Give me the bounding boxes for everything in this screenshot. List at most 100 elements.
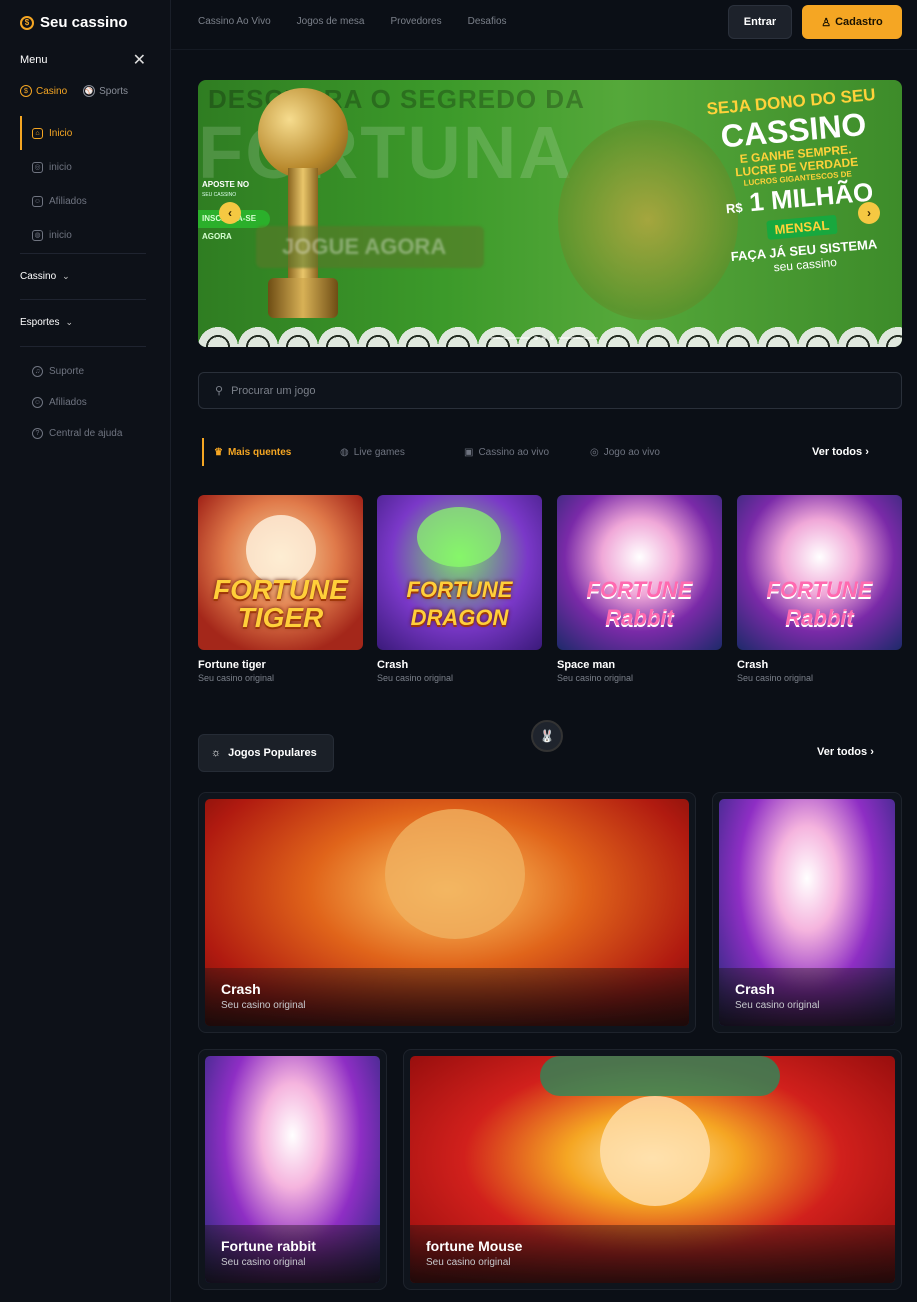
carousel-dot[interactable]: [542, 336, 546, 340]
close-icon[interactable]: ✕: [133, 50, 146, 70]
divider: [20, 346, 146, 347]
carousel-dot[interactable]: [534, 336, 538, 340]
brand-logo[interactable]: $ Seu cassino: [20, 14, 128, 31]
game-name: fortune Mouse: [426, 1238, 523, 1254]
banner-headline: FORTUNA: [198, 111, 574, 194]
banner-right-text: SEJA DONO DO SEU CASSINO E GANHE SEMPRE.…: [691, 84, 902, 281]
popular-card-crash[interactable]: Crash Seu casino original: [198, 792, 696, 1033]
sidebar-item-label: Inicio: [49, 127, 73, 139]
game-name: Crash: [737, 659, 769, 671]
crown-icon: ♛: [214, 446, 223, 458]
game-provider: Seu casino original: [737, 673, 814, 683]
game-card-crash[interactable]: FORTUNE DRAGON Crash Seu casino original: [377, 495, 542, 683]
sidebar-item-label: Suporte: [49, 366, 85, 377]
sidebar-item-label: inicio: [49, 161, 72, 173]
tab-label: Cassino ao vivo: [478, 446, 550, 458]
game-provider: Seu casino original: [735, 1000, 820, 1011]
banner-footballs: [198, 321, 902, 347]
menu-header: Menu ✕: [20, 50, 146, 70]
mode-sports[interactable]: ⚾ Sports: [83, 85, 128, 97]
tab-label: Live games: [353, 446, 405, 458]
mode-casino[interactable]: $ Casino: [20, 85, 67, 97]
sidebar-nav: ⌂ Inicio ◎ inicio ☺ Afiliados ◍ inicio: [20, 116, 146, 252]
game-card-space-man[interactable]: FORTUNE Rabbit Space man Seu casino orig…: [557, 495, 722, 683]
game-provider: Seu casino original: [377, 673, 454, 683]
chevron-right-icon: ›: [865, 446, 869, 458]
search-icon: ⚲: [215, 385, 224, 397]
thumbnail-title: FORTUNE Rabbit: [766, 577, 873, 630]
mode-casino-label: Casino: [36, 85, 68, 97]
see-all-hot-link[interactable]: Ver todos ›: [812, 446, 869, 458]
section-cassino-label: Cassino: [20, 271, 57, 282]
popular-card-crash-2[interactable]: Crash Seu casino original: [712, 792, 902, 1033]
sidebar-item-label: Afiliados: [49, 195, 87, 207]
chevron-down-icon: ⌄: [65, 317, 74, 327]
sidebar-item-inicio-2[interactable]: ◎ inicio: [20, 150, 146, 184]
see-all-popular-link[interactable]: Ver todos ›: [817, 746, 874, 758]
users-icon: ☺: [32, 195, 43, 207]
globe-icon: ◍: [32, 229, 43, 241]
tab-mais-quentes[interactable]: ♛ Mais quentes: [202, 438, 291, 466]
game-provider: Seu casino original: [221, 1257, 306, 1268]
game-provider: Seu casino original: [198, 673, 275, 683]
signup-label: Cadastro: [835, 16, 883, 28]
nav-desafios[interactable]: Desafios: [468, 16, 507, 27]
chip-icon: ◎: [32, 161, 43, 173]
help-icon: ?: [32, 428, 43, 439]
chevron-down-icon: ⌄: [62, 271, 70, 281]
section-esportes[interactable]: Esportes ⌄: [20, 317, 73, 328]
user-icon: ♙: [821, 16, 832, 29]
trophy-image: [258, 88, 348, 318]
divider: [20, 253, 146, 254]
thumbnail-title: FORTUNE DRAGON: [406, 577, 513, 630]
game-label: Crash Seu casino original: [205, 968, 689, 1026]
game-name: Fortune tiger: [198, 659, 266, 671]
search-placeholder: Procurar um jogo: [231, 384, 316, 397]
game-name: Crash: [221, 981, 261, 997]
banner-cta[interactable]: JOGUE AGORA: [256, 226, 484, 268]
sidebar-item-suporte[interactable]: ♫ Suporte: [32, 366, 84, 377]
carousel-dots: [490, 336, 598, 340]
casino-icon: $: [20, 85, 32, 97]
divider: [20, 299, 146, 300]
sidebar-item-afiliados-2[interactable]: ☺ Afiliados: [32, 397, 87, 408]
banner-prev-button[interactable]: ‹: [219, 202, 241, 224]
sidebar-item-ajuda[interactable]: ? Central de ajuda: [32, 428, 122, 439]
game-thumbnail: FORTUNE DRAGON: [377, 495, 542, 650]
carousel-dot[interactable]: [550, 336, 554, 340]
ball-icon: ⚾: [83, 85, 96, 97]
banner-next-button[interactable]: ›: [858, 202, 880, 224]
game-thumbnail: FORTUNE Rabbit: [557, 495, 722, 650]
game-name: Space man: [557, 659, 616, 671]
popular-card-fortune-mouse[interactable]: fortune Mouse Seu casino original: [403, 1049, 902, 1290]
game-label: Fortune rabbit Seu casino original: [205, 1225, 380, 1283]
nav-cassino-ao-vivo[interactable]: Cassino Ao Vivo: [198, 16, 271, 27]
popular-card-fortune-rabbit[interactable]: Fortune rabbit Seu casino original: [198, 1049, 387, 1290]
signup-button[interactable]: ♙ Cadastro: [802, 5, 902, 39]
tab-jogo-ao-vivo[interactable]: ◎ Jogo ao vivo: [590, 438, 660, 466]
tab-cassino-ao-vivo[interactable]: ▣ Cassino ao vivo: [464, 438, 549, 466]
sidebar-item-inicio[interactable]: ⌂ Inicio: [20, 116, 146, 150]
game-provider: Seu casino original: [557, 673, 634, 683]
thumbnail-title: FORTUNE TIGER: [213, 574, 348, 633]
game-card-fortune-tiger[interactable]: FORTUNE TIGER Fortune tiger Seu casino o…: [198, 495, 363, 683]
game-card-crash-2[interactable]: FORTUNE Rabbit Crash Seu casino original: [737, 495, 902, 683]
search-input[interactable]: ⚲ Procurar um jogo: [198, 372, 902, 409]
popular-games-button[interactable]: ☼ Jogos Populares: [198, 734, 334, 772]
game-provider: Seu casino original: [221, 1000, 306, 1011]
sidebar-item-afiliados[interactable]: ☺ Afiliados: [20, 184, 146, 218]
chip-icon: ◎: [590, 446, 599, 458]
mode-sports-label: Sports: [99, 85, 129, 97]
sidebar-item-inicio-3[interactable]: ◍ inicio: [20, 218, 146, 252]
game-label: fortune Mouse Seu casino original: [410, 1225, 895, 1283]
logo-icon: $: [20, 15, 34, 30]
login-button[interactable]: Entrar: [728, 5, 792, 39]
promo-banner[interactable]: DESCUBRA O SEGREDO DA FORTUNA APOSTE NO …: [198, 80, 902, 347]
popular-label: Jogos Populares: [228, 747, 317, 759]
tab-live-games[interactable]: ◍ Live games: [340, 438, 405, 466]
nav-jogos-de-mesa[interactable]: Jogos de mesa: [297, 16, 365, 27]
headset-icon: ♫: [32, 366, 43, 377]
nav-provedores[interactable]: Provedores: [390, 16, 441, 27]
section-cassino[interactable]: Cassino ⌄: [20, 271, 70, 282]
topbar: Cassino Ao Vivo Jogos de mesa Provedores…: [171, 0, 917, 50]
